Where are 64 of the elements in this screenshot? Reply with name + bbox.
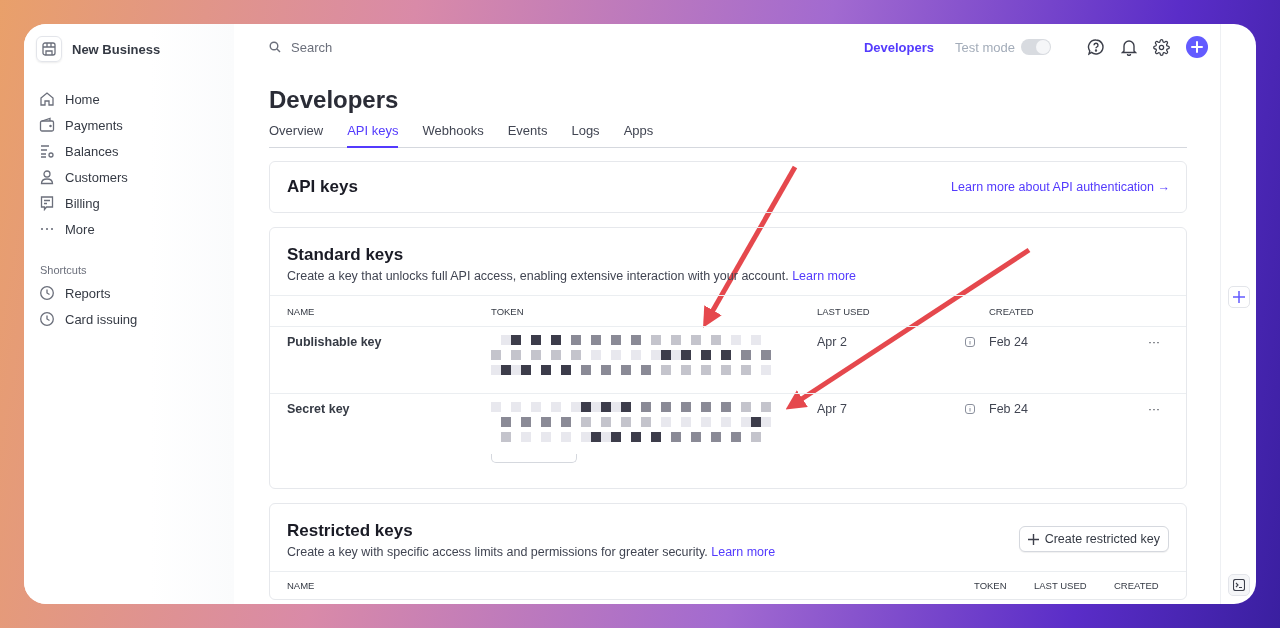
terminal-icon: [1232, 579, 1245, 591]
key-name: Secret key: [287, 402, 351, 416]
column-header: CREATED: [989, 305, 1035, 317]
learn-more-link[interactable]: Learn more: [711, 545, 776, 559]
column-header: NAME: [287, 580, 316, 591]
tab[interactable]: Overview: [269, 123, 324, 148]
home-icon: [39, 91, 55, 107]
column-header: TOKEN: [974, 580, 1008, 591]
add-button[interactable]: [1227, 286, 1250, 308]
help-icon[interactable]: [1087, 38, 1105, 56]
sidebar-item[interactable]: Customers: [36, 164, 234, 190]
settings-icon[interactable]: [1153, 38, 1170, 56]
dots-icon: [39, 227, 55, 231]
card-title: API keys: [287, 177, 358, 197]
column-header: TOKEN: [491, 305, 525, 317]
terminal-button[interactable]: [1227, 574, 1250, 596]
card-description: Create a key with specific access limits and permissions for greater security. Learn more: [287, 545, 776, 559]
sidebar-item[interactable]: More: [36, 216, 234, 242]
section-heading: Shortcuts: [40, 264, 88, 276]
sidebar-item[interactable]: Billing: [36, 190, 234, 216]
more-options-button[interactable]: ···: [1139, 402, 1169, 416]
column-header: LAST USED: [1034, 580, 1088, 591]
sidebar-item[interactable]: Home: [36, 86, 234, 112]
tab[interactable]: Logs: [571, 123, 600, 148]
search-icon: [269, 41, 281, 53]
last-used-date: Apr 2: [817, 335, 848, 349]
sidebar-item[interactable]: Balances: [36, 138, 234, 164]
tab[interactable]: Events: [507, 123, 548, 148]
notification-bell-icon[interactable]: [1121, 38, 1137, 56]
store-icon[interactable]: [36, 36, 62, 62]
sidebar-item[interactable]: Payments: [36, 112, 234, 138]
learn-more-link[interactable]: Learn more about API authentication →: [951, 180, 1170, 194]
column-header: LAST USED: [817, 305, 871, 317]
created-date: Feb 24: [989, 402, 1029, 416]
key-name: Publishable key: [287, 335, 383, 349]
card-title: Standard keys: [287, 245, 405, 265]
create-restricted-key-button[interactable]: Create restricted key: [1018, 526, 1169, 552]
wallet-icon: [39, 117, 55, 133]
tab[interactable]: API keys: [347, 123, 399, 148]
info-icon[interactable]: [965, 337, 975, 347]
sidebar-item[interactable]: Card issuing: [36, 306, 234, 332]
developers-link[interactable]: Developers: [863, 39, 934, 55]
plus-icon: [1027, 533, 1039, 545]
clock-icon: [39, 311, 55, 327]
learn-more-link[interactable]: Learn more: [792, 269, 857, 283]
test-mode-label: Test mode: [955, 39, 1015, 55]
tab[interactable]: Apps: [623, 123, 654, 148]
info-icon[interactable]: [965, 404, 975, 414]
more-options-button[interactable]: ···: [1139, 335, 1169, 349]
create-plus-icon[interactable]: [1186, 36, 1208, 58]
balances-icon: [39, 143, 55, 159]
person-icon: [39, 169, 55, 185]
page-title: Developers: [269, 86, 400, 114]
column-header: NAME: [287, 305, 316, 317]
account-name[interactable]: New Business: [72, 41, 161, 57]
last-used-date: Apr 7: [817, 402, 848, 416]
plus-icon: [1232, 291, 1245, 303]
receipt-icon: [39, 195, 55, 211]
created-date: Feb 24: [989, 335, 1029, 349]
sidebar-item[interactable]: Reports: [36, 280, 234, 306]
column-header: CREATED: [1114, 580, 1160, 591]
card-title: Restricted keys: [287, 521, 414, 541]
tab[interactable]: Webhooks: [422, 123, 484, 148]
clock-icon: [39, 285, 55, 301]
